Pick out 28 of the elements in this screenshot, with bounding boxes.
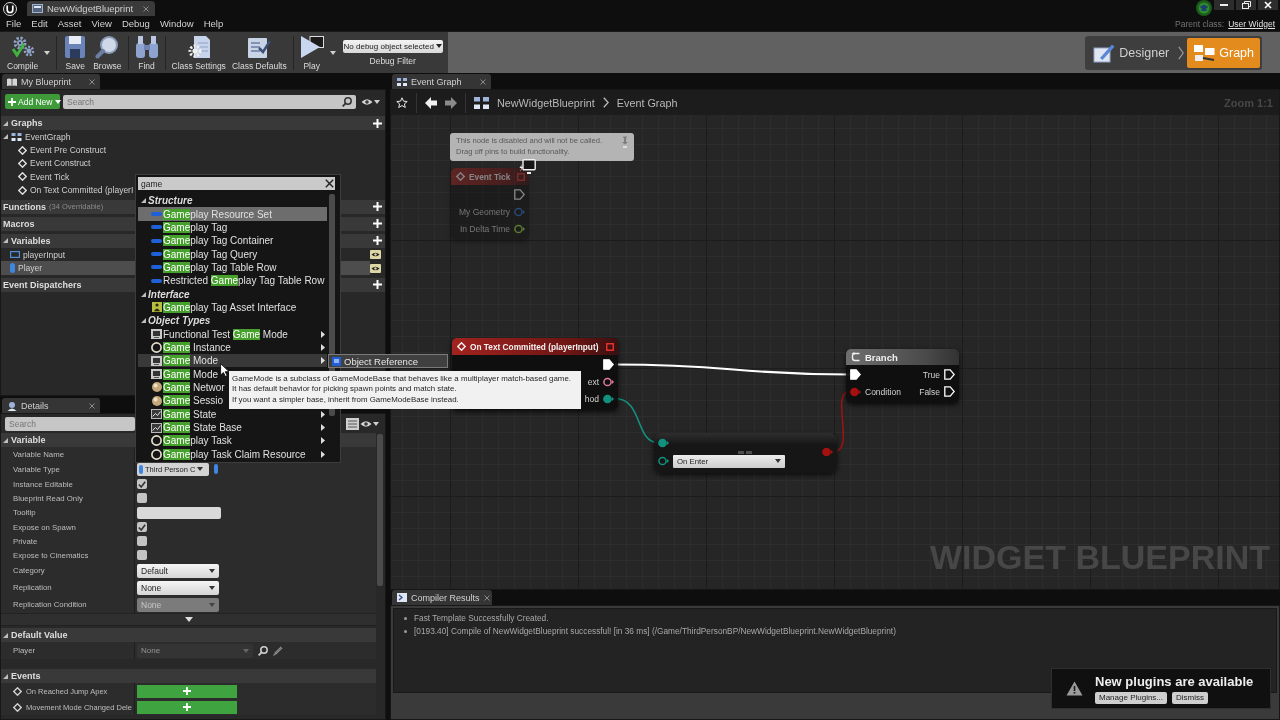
pin-label: hod: [584, 393, 599, 404]
node-title: Branch: [865, 351, 899, 363]
category-title: Object Types: [148, 315, 211, 327]
pin-label: My Geometry: [459, 206, 510, 217]
section-title: Macros: [3, 218, 35, 229]
pin-label: ext: [587, 376, 599, 387]
category-title: Structure: [148, 195, 193, 207]
section-title: Variable: [11, 435, 46, 445]
pin-label: Condition: [865, 386, 901, 397]
pin-label: In Delta Time: [459, 223, 510, 234]
debug-filter-label: Debug Filter: [369, 55, 416, 66]
section-title: Default Value: [11, 630, 68, 640]
section-title: Graphs: [11, 118, 43, 128]
dropdown: None: [137, 597, 219, 612]
pin-label: True: [922, 369, 940, 380]
object-dropdown: None: [137, 643, 253, 658]
section-title: Variables: [11, 235, 51, 246]
notification-title: New plugins are available: [1095, 673, 1254, 689]
log-message: Fast Template Successfully Created.: [414, 613, 549, 623]
section-title: Event Dispatchers: [3, 279, 82, 290]
node-title: Event Tick: [469, 171, 512, 182]
parent-class-label: Parent class:: [1175, 18, 1225, 29]
section-title: Functions: [3, 201, 46, 212]
pin-label: False: [919, 386, 940, 397]
section-title: Events: [11, 671, 41, 681]
log-message: [0193.40] Compile of NewWidgetBlueprint successful! [in 36 ms] (/Game/ThirdPersonBP/NewWidgetBlueprint.NewWidgetBlueprint): [414, 626, 896, 636]
node-title: On Text Committed (playerInput): [470, 341, 600, 352]
category-title: Interface: [148, 288, 190, 300]
